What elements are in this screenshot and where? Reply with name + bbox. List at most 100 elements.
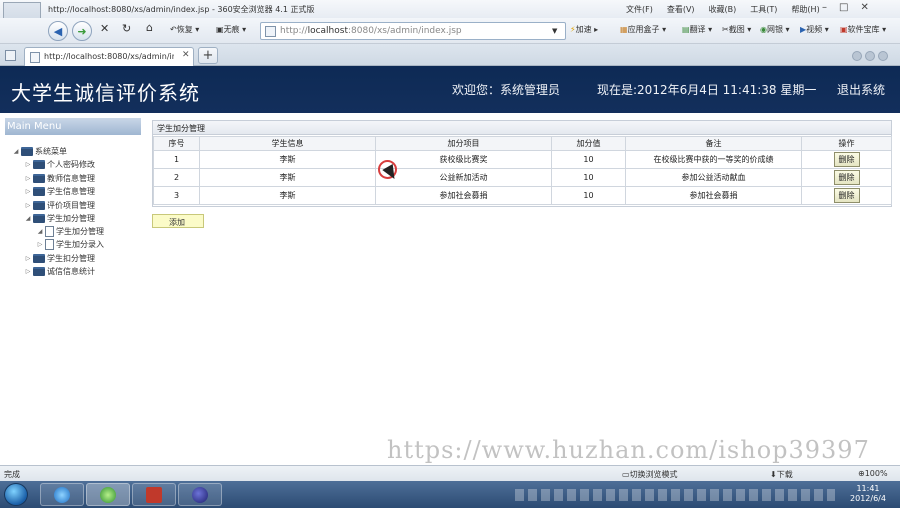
sidebar-item-bonus-entry[interactable]: ▷ 学生加分录入 — [35, 238, 104, 250]
cell-action: 删除 — [801, 168, 892, 187]
taskbar-360-browser-icon[interactable] — [86, 483, 130, 506]
menu-favorites[interactable]: 收藏(B) — [709, 4, 737, 15]
address-url[interactable]: http://localhost:8080/xs/admin/index.jsp — [280, 26, 462, 36]
home-icon[interactable]: ⌂ — [146, 21, 153, 34]
cell-note: 在校级比赛中获的一等奖的价成绩 — [625, 150, 802, 169]
column-header: 备注 — [625, 136, 802, 151]
table-header-row: 序号 学生信息 加分项目 加分值 备注 操作 — [153, 136, 892, 151]
url-path: :8080/xs/admin/index.jsp — [347, 26, 462, 36]
sidebar-item-teachers[interactable]: ▷ 教师信息管理 — [23, 172, 95, 184]
accelerate-button[interactable]: ⚡加速 ▸ — [570, 24, 598, 35]
downloads-button[interactable]: ⬇下载 — [770, 469, 793, 480]
sidebar-item-label: 学生扣分管理 — [47, 253, 95, 263]
status-text: 完成 — [4, 470, 20, 479]
switch-mode-label: 切换浏览模式 — [629, 470, 678, 479]
sidebar-item-bonus[interactable]: ◢ 学生加分管理 — [23, 212, 95, 224]
current-time: 现在是:2012年6月4日 11:41:38 星期一 — [597, 83, 817, 97]
address-bar[interactable]: http://localhost:8080/xs/admin/index.jsp — [260, 22, 566, 40]
page-icon — [265, 26, 276, 37]
system-tray-icons[interactable] — [515, 489, 835, 501]
collapsed-arrow-icon: ▷ — [25, 201, 31, 209]
cell-score: 10 — [551, 168, 626, 187]
browser-titlebar: http://localhost:8080/xs/admin/index.jsp… — [0, 0, 900, 40]
taskbar-app-icon[interactable] — [132, 483, 176, 506]
stop-icon[interactable]: ✕ — [100, 22, 109, 35]
software-button[interactable]: ▣软件宝库 ▾ — [840, 24, 886, 35]
folder-icon — [33, 200, 45, 210]
tab-scroll-left-icon[interactable] — [852, 51, 862, 61]
download-icon: ⬇ — [770, 470, 777, 479]
taskbar-clock[interactable]: 11:41 2012/6/4 — [846, 484, 890, 504]
menu-help[interactable]: 帮助(H) — [791, 4, 819, 15]
start-button-icon[interactable] — [4, 483, 28, 506]
system-title: 大学生诚信评价系统 — [11, 81, 200, 105]
cell-student: 李斯 — [199, 150, 376, 169]
tab-close-icon[interactable]: ✕ — [182, 50, 190, 60]
folder-icon — [33, 253, 45, 263]
software-label: 软件宝库 — [847, 25, 880, 34]
minimize-icon[interactable]: – — [822, 2, 827, 13]
close-icon[interactable]: ✕ — [860, 2, 868, 13]
switch-mode-button[interactable]: ▭切换浏览模式 — [622, 469, 678, 480]
no-trace-button[interactable]: ▣无痕 ▾ — [216, 24, 246, 35]
add-button[interactable]: 添加 — [152, 214, 204, 228]
restore-label: 恢复 — [176, 25, 193, 34]
sidebar-toggle-icon[interactable] — [5, 50, 16, 61]
delete-button[interactable]: 删除 — [833, 170, 860, 185]
collapsed-arrow-icon: ▷ — [25, 187, 31, 195]
menu-tools[interactable]: 工具(T) — [750, 4, 777, 15]
sidebar-item-deduction[interactable]: ▷ 学生扣分管理 — [23, 252, 95, 264]
apps-button[interactable]: ▦应用盒子 ▾ — [620, 24, 666, 35]
tree-root-label: 系统菜单 — [35, 146, 67, 156]
refresh-icon[interactable]: ↻ — [122, 22, 131, 35]
zoom-level[interactable]: ⊕100% — [858, 469, 888, 478]
cell-student: 李斯 — [199, 186, 376, 205]
delete-button[interactable]: 删除 — [833, 152, 860, 167]
menu-file[interactable]: 文件(F) — [626, 4, 653, 15]
translate-button[interactable]: ▤翻译 ▾ — [682, 24, 712, 35]
taskbar-eclipse-icon[interactable] — [178, 483, 222, 506]
cell-note: 参加社会募捐 — [625, 186, 802, 205]
tree-root[interactable]: ◢ 系统菜单 — [11, 145, 67, 157]
menu-view[interactable]: 查看(V) — [667, 4, 695, 15]
logout-link[interactable]: 退出系统 — [837, 81, 885, 98]
downloads-label: 下载 — [776, 470, 793, 479]
translate-label: 翻译 — [689, 25, 706, 34]
expanded-arrow-icon: ◢ — [25, 214, 31, 222]
screenshot-button[interactable]: ✂截图 ▾ — [722, 24, 751, 35]
new-tab-icon[interactable]: + — [198, 47, 218, 64]
tab-current[interactable]: http://localhost:8080/xs/admin/in... ✕ — [24, 47, 194, 66]
sidebar-item-label: 教师信息管理 — [47, 173, 95, 183]
column-header: 操作 — [801, 136, 892, 151]
bank-icon: ◉ — [760, 25, 767, 34]
sidebar-item-password[interactable]: ▷ 个人密码修改 — [23, 158, 95, 170]
os-taskbar: 11:41 2012/6/4 — [0, 481, 900, 508]
sidebar-item-label: 评价项目管理 — [47, 200, 95, 210]
taskbar-ie-icon[interactable] — [40, 483, 84, 506]
watermark: https://www.huzhan.com/ishop39397 — [387, 436, 870, 464]
tab-list-icon[interactable] — [878, 51, 888, 61]
video-button[interactable]: ▶视频 ▾ — [800, 24, 829, 35]
browser-360-icon — [100, 486, 116, 503]
column-header: 学生信息 — [199, 136, 376, 151]
sidebar-item-students[interactable]: ▷ 学生信息管理 — [23, 185, 95, 197]
forward-icon[interactable]: ➜ — [72, 21, 92, 41]
clock-time: 11:41 — [856, 484, 880, 493]
sidebar-item-label: 学生加分管理 — [47, 213, 95, 223]
sidebar-item-statistics[interactable]: ▷ 诚信信息统计 — [23, 265, 95, 277]
back-icon[interactable]: ◀ — [48, 21, 68, 41]
tab-label: http://localhost:8080/xs/admin/in... — [44, 52, 174, 61]
sidebar-item-bonus-manage[interactable]: ◢ 学生加分管理 — [35, 225, 104, 237]
window-controls: – □ ✕ — [822, 2, 869, 13]
netbank-button[interactable]: ◉网银 ▾ — [760, 24, 790, 35]
zoom-label: 100% — [864, 469, 888, 478]
address-dropdown-icon[interactable]: ▼ — [552, 27, 557, 35]
restore-button[interactable]: ↶恢复 ▾ — [170, 24, 199, 35]
delete-button[interactable]: 删除 — [833, 188, 860, 203]
table-row: 1 李斯 获校级比赛奖 10 在校级比赛中获的一等奖的价成绩 删除 — [153, 150, 892, 169]
maximize-icon[interactable]: □ — [839, 2, 848, 13]
welcome-text: 欢迎您：系统管理员 — [452, 83, 561, 97]
tab-scroll-right-icon[interactable] — [865, 51, 875, 61]
sidebar-item-evaluation[interactable]: ▷ 评价项目管理 — [23, 199, 95, 211]
folder-icon — [33, 213, 45, 223]
